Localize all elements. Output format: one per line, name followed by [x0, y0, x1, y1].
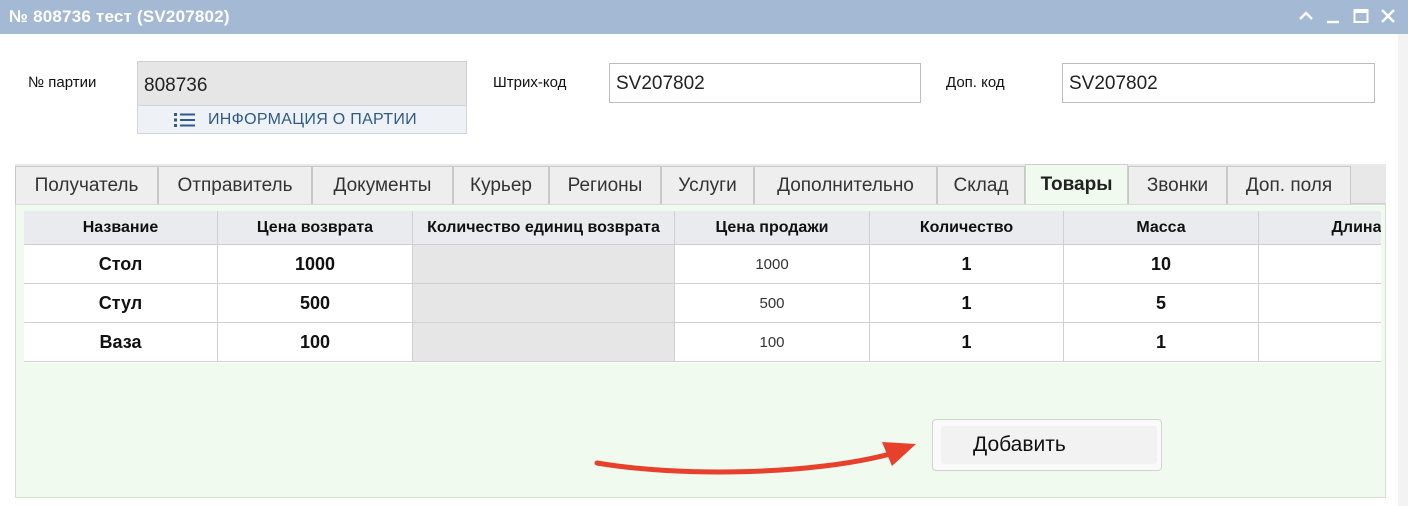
cell-return-qty	[413, 323, 675, 361]
dialog-window: № 808736 тест (SV207802) № партии 808736…	[0, 0, 1408, 506]
table-row[interactable]: Стол 1000 1000 1 10	[24, 245, 1381, 284]
tab-regions[interactable]: Регионы	[549, 166, 661, 204]
cell-name: Стол	[24, 245, 218, 283]
column-header-quantity[interactable]: Количество	[870, 211, 1064, 245]
cell-length	[1259, 245, 1381, 283]
barcode-field[interactable]: SV207802	[609, 63, 921, 103]
add-button-label: Добавить	[941, 426, 1157, 464]
cell-return-qty	[413, 284, 675, 322]
list-icon	[174, 112, 196, 133]
window-title: № 808736 тест (SV207802)	[9, 7, 230, 26]
cell-sale-price: 1000	[675, 245, 870, 283]
tab-extra-fields[interactable]: Доп. поля	[1227, 166, 1351, 204]
cell-quantity: 1	[870, 245, 1064, 283]
cell-quantity: 1	[870, 284, 1064, 322]
table-row[interactable]: Стул 500 500 1 5	[24, 284, 1381, 323]
tab-sender[interactable]: Отправитель	[158, 166, 312, 204]
cell-return-price: 500	[218, 284, 413, 322]
collapse-icon[interactable]	[1296, 6, 1316, 26]
cell-length	[1259, 284, 1381, 322]
title-bar[interactable]: № 808736 тест (SV207802)	[0, 0, 1408, 34]
column-header-return-qty[interactable]: Количество единиц возврата	[413, 211, 675, 245]
column-header-sale-price[interactable]: Цена продажи	[675, 211, 870, 245]
cell-return-price: 100	[218, 323, 413, 361]
maximize-icon[interactable]	[1351, 6, 1371, 26]
cell-mass: 10	[1064, 245, 1259, 283]
cell-return-qty	[413, 245, 675, 283]
cell-name: Ваза	[24, 323, 218, 361]
tab-bar: Получатель Отправитель Документы Курьер …	[15, 164, 1386, 204]
column-header-return-price[interactable]: Цена возврата	[218, 211, 413, 245]
cell-length	[1259, 323, 1381, 361]
barcode-label: Штрих-код	[493, 74, 567, 91]
add-button[interactable]: Добавить	[932, 419, 1162, 471]
table-header: Название Цена возврата Количество единиц…	[24, 211, 1381, 245]
extra-code-field[interactable]: SV207802	[1062, 63, 1375, 103]
cell-quantity: 1	[870, 323, 1064, 361]
party-number-label: № партии	[28, 74, 97, 91]
tab-warehouse[interactable]: Склад	[937, 166, 1025, 204]
goods-table: Название Цена возврата Количество единиц…	[24, 211, 1381, 363]
cell-mass: 1	[1064, 323, 1259, 361]
tab-courier[interactable]: Курьер	[453, 166, 549, 204]
party-number-field: 808736	[137, 61, 467, 106]
cell-sale-price: 100	[675, 323, 870, 361]
tab-documents[interactable]: Документы	[312, 166, 453, 204]
tab-services[interactable]: Услуги	[661, 166, 754, 204]
tab-additional[interactable]: Дополнительно	[754, 166, 937, 204]
minimize-icon[interactable]	[1323, 6, 1343, 26]
cell-sale-price: 500	[675, 284, 870, 322]
cell-name: Стул	[24, 284, 218, 322]
tab-recipient[interactable]: Получатель	[15, 166, 158, 204]
column-header-mass[interactable]: Масса	[1064, 211, 1259, 245]
extra-code-label: Доп. код	[946, 74, 1005, 91]
annotation-arrow-icon	[594, 442, 916, 475]
column-header-length[interactable]: Длина	[1259, 211, 1381, 245]
cell-mass: 5	[1064, 284, 1259, 322]
close-icon[interactable]	[1378, 6, 1398, 26]
window-edge	[1398, 34, 1408, 506]
tab-calls[interactable]: Звонки	[1128, 166, 1227, 204]
party-info-button[interactable]: ИНФОРМАЦИЯ О ПАРТИИ	[137, 105, 467, 134]
cell-return-price: 1000	[218, 245, 413, 283]
party-info-label: ИНФОРМАЦИЯ О ПАРТИИ	[208, 110, 417, 128]
column-header-name[interactable]: Название	[24, 211, 218, 245]
table-row[interactable]: Ваза 100 100 1 1	[24, 323, 1381, 362]
tab-goods[interactable]: Товары	[1025, 164, 1128, 204]
